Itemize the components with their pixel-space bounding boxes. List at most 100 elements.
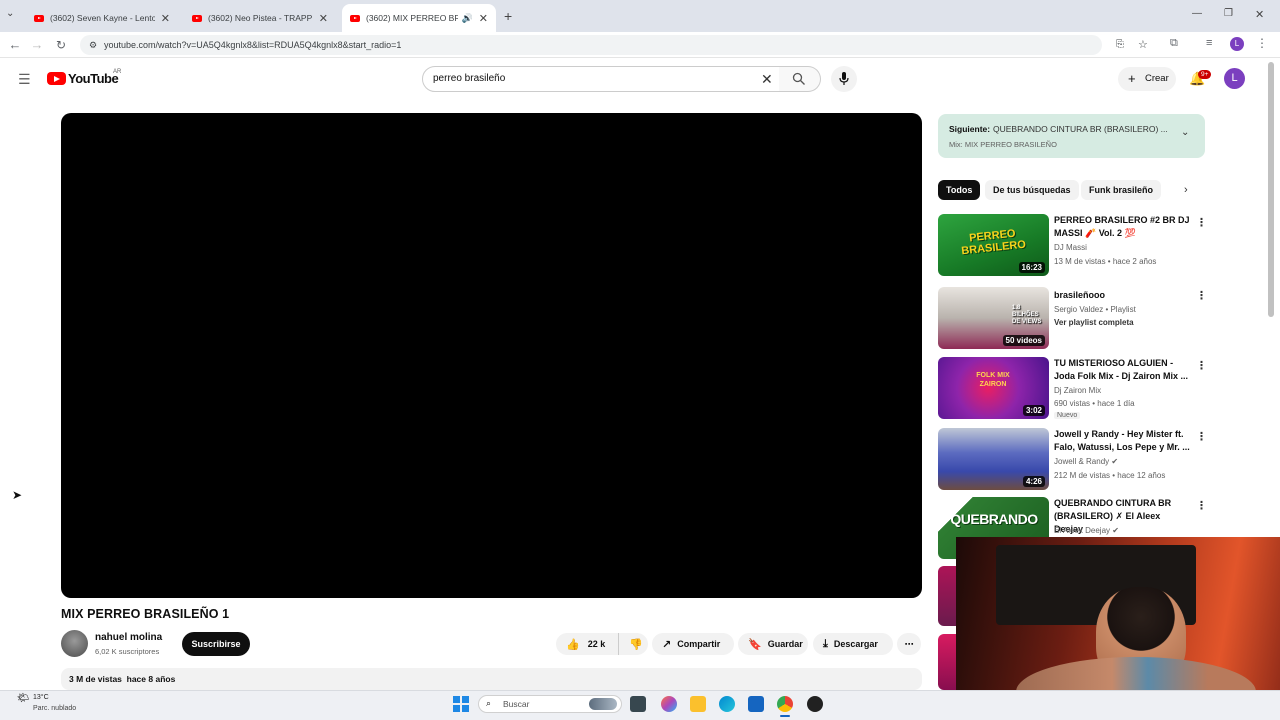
reload-icon[interactable]: ↻ bbox=[52, 36, 70, 54]
plus-icon: + bbox=[1128, 71, 1136, 86]
page-scrollbar[interactable] bbox=[1268, 62, 1274, 317]
tab-close-icon[interactable]: ✕ bbox=[319, 12, 328, 25]
recommended-playlist[interactable]: 1.8 BILHÕES DE VIEWS 50 videos brasileño… bbox=[938, 287, 1208, 351]
video-thumbnail[interactable] bbox=[938, 634, 956, 690]
more-vert-icon[interactable]: ⋮ bbox=[1196, 216, 1207, 229]
next-title: QUEBRANDO CINTURA BR (BRASILERO) ... bbox=[993, 124, 1168, 134]
tab-close-icon[interactable]: ✕ bbox=[161, 12, 170, 25]
search-button[interactable] bbox=[779, 66, 821, 92]
bookmark-star-icon[interactable]: ☆ bbox=[1138, 35, 1148, 55]
browser-tab-active[interactable]: (3602) MIX PERREO BRASIL 🔊 ✕ bbox=[342, 4, 496, 32]
more-vert-icon[interactable]: ⋮ bbox=[1196, 359, 1207, 372]
chrome-menu-icon[interactable]: ⋮ bbox=[1256, 36, 1268, 50]
region-code: AR bbox=[113, 69, 122, 75]
store-icon[interactable] bbox=[748, 696, 764, 712]
channel-avatar[interactable] bbox=[61, 630, 88, 657]
windows-start-icon[interactable] bbox=[453, 696, 469, 712]
file-explorer-icon[interactable] bbox=[690, 696, 706, 712]
share-button[interactable]: ↗ Compartir bbox=[652, 633, 734, 655]
tab-title: (3602) MIX PERREO BRASIL bbox=[366, 13, 458, 23]
save-button[interactable]: 🔖 Guardar bbox=[738, 633, 808, 655]
chip-funk-brasileno[interactable]: Funk brasileño bbox=[1081, 180, 1162, 200]
tab-search-icon[interactable]: ⌄ bbox=[6, 8, 14, 19]
new-badge: Nuevo bbox=[1054, 412, 1081, 419]
taskbar-search-box[interactable]: ⌕ Buscar bbox=[478, 695, 622, 713]
video-thumbnail[interactable]: FOLK MIX ZAIRON 3:02 bbox=[938, 357, 1049, 419]
clear-search-icon[interactable]: ✕ bbox=[761, 67, 773, 91]
youtube-favicon-icon bbox=[350, 14, 360, 22]
video-player[interactable] bbox=[61, 113, 922, 598]
download-button[interactable]: ⤓ Descargar bbox=[813, 633, 893, 655]
extensions-icon[interactable]: ⧉ bbox=[1170, 37, 1178, 50]
video-meta: 13 M de vistas • hace 2 años bbox=[1054, 257, 1157, 266]
close-window-button[interactable]: ✕ bbox=[1255, 8, 1264, 21]
media-control-icon[interactable]: ≡ bbox=[1206, 37, 1212, 49]
back-arrow-icon[interactable]: ← bbox=[6, 36, 24, 54]
menu-hamburger-icon[interactable]: ☰ bbox=[18, 71, 31, 88]
like-button[interactable]: 👍 22 k bbox=[556, 633, 618, 655]
weather-description[interactable]: Parc. nublado bbox=[33, 705, 76, 712]
browser-tab-2[interactable]: (3602) Neo Pistea - TRAPPIST-1 ✕ bbox=[184, 4, 336, 32]
create-label: Crear bbox=[1145, 73, 1169, 84]
view-full-playlist-link[interactable]: Ver playlist completa bbox=[1054, 318, 1134, 327]
recommended-video[interactable]: FOLK MIX ZAIRON 3:02 TU MISTERIOSO ALGUI… bbox=[938, 357, 1208, 421]
app-icon[interactable] bbox=[807, 696, 823, 712]
url-text: youtube.com/watch?v=UA5Q4kgnlx8&list=RDU… bbox=[104, 40, 402, 50]
video-title: Jowell y Randy - Hey Mister ft. Falo, Wa… bbox=[1054, 429, 1190, 452]
install-app-icon[interactable]: ⎘ bbox=[1116, 35, 1124, 55]
browser-tab-1[interactable]: (3602) Seven Kayne - Lento (Ac ✕ bbox=[26, 4, 178, 32]
new-tab-button[interactable]: + bbox=[504, 8, 512, 24]
chips-next-arrow-icon[interactable]: › bbox=[1184, 184, 1188, 196]
tab-title: (3602) Seven Kayne - Lento (Ac bbox=[50, 13, 155, 23]
weather-icon[interactable]: 🌤 bbox=[17, 693, 30, 704]
task-view-icon[interactable] bbox=[630, 696, 646, 712]
bookmark-icon: 🔖 bbox=[748, 638, 762, 651]
chip-de-tus-busquedas[interactable]: De tus búsquedas bbox=[985, 180, 1079, 200]
duration-badge: 4:26 bbox=[1022, 476, 1045, 487]
thumbnail-text: 1.8 BILHÕES DE VIEWS bbox=[1012, 305, 1042, 325]
create-button[interactable]: + Crear bbox=[1118, 67, 1176, 91]
search-icon: ⌕ bbox=[486, 698, 492, 708]
more-vert-icon[interactable]: ⋮ bbox=[1196, 430, 1207, 443]
chrome-icon[interactable] bbox=[777, 696, 793, 712]
duration-badge: 3:02 bbox=[1022, 405, 1045, 416]
channel-name: Sergio Valdez • Playlist bbox=[1054, 305, 1136, 314]
chip-todos[interactable]: Todos bbox=[938, 180, 981, 200]
weather-temperature[interactable]: 13°C bbox=[33, 694, 49, 701]
voice-search-button[interactable] bbox=[831, 66, 857, 92]
playlist-next-panel[interactable]: Siguiente: QUEBRANDO CINTURA BR (BRASILE… bbox=[938, 114, 1205, 158]
video-thumbnail[interactable]: PERREO BRASILERO 16:23 bbox=[938, 214, 1049, 276]
subscribe-button[interactable]: Suscribirse bbox=[182, 632, 250, 656]
forward-arrow-icon[interactable]: → bbox=[28, 36, 46, 54]
chrome-active-indicator bbox=[780, 715, 790, 717]
video-thumbnail[interactable]: 4:26 bbox=[938, 428, 1049, 490]
thumbnail-text: QUEBRANDO bbox=[950, 511, 1038, 527]
next-label: Siguiente: bbox=[949, 124, 991, 134]
more-vert-icon[interactable]: ⋮ bbox=[1196, 289, 1207, 302]
recommended-video[interactable]: 4:26 Jowell y Randy - Hey Mister ft. Fal… bbox=[938, 428, 1208, 492]
search-input[interactable]: perreo brasileño ✕ bbox=[422, 66, 780, 92]
chevron-down-icon[interactable]: ⌄ bbox=[1181, 127, 1189, 138]
edge-browser-icon[interactable] bbox=[719, 696, 735, 712]
speaker-icon[interactable]: 🔊 bbox=[462, 13, 473, 24]
minimize-button[interactable]: — bbox=[1192, 8, 1202, 19]
maximize-button[interactable]: ❐ bbox=[1224, 8, 1233, 19]
video-title: PERREO BRASILERO #2 BR DJ MASSI 🧨 Vol. 2… bbox=[1054, 215, 1190, 238]
more-actions-button[interactable]: ⋯ bbox=[897, 633, 921, 655]
site-info-icon[interactable]: ⚙ bbox=[89, 35, 97, 55]
tab-close-icon[interactable]: ✕ bbox=[479, 12, 488, 25]
youtube-logo-text[interactable]: YouTube bbox=[68, 71, 119, 86]
recommended-video[interactable]: PERREO BRASILERO 16:23 PERREO BRASILERO … bbox=[938, 214, 1208, 278]
account-avatar[interactable]: L bbox=[1224, 68, 1245, 89]
youtube-logo-icon[interactable] bbox=[47, 72, 66, 85]
channel-name: El Aleex Deejay ✔ bbox=[1054, 526, 1119, 535]
more-vert-icon[interactable]: ⋮ bbox=[1196, 499, 1207, 512]
description-box[interactable]: 3 M de vistas hace 8 años bbox=[61, 668, 922, 690]
url-field[interactable]: ⚙ youtube.com/watch?v=UA5Q4kgnlx8&list=R… bbox=[80, 35, 1148, 55]
channel-name[interactable]: nahuel molina bbox=[95, 632, 162, 643]
copilot-icon[interactable] bbox=[661, 696, 677, 712]
playlist-thumbnail[interactable]: 1.8 BILHÕES DE VIEWS 50 videos bbox=[938, 287, 1049, 349]
video-thumbnail[interactable] bbox=[938, 566, 956, 626]
dislike-button[interactable]: 👎 bbox=[618, 633, 648, 655]
profile-avatar[interactable]: L bbox=[1230, 37, 1244, 51]
